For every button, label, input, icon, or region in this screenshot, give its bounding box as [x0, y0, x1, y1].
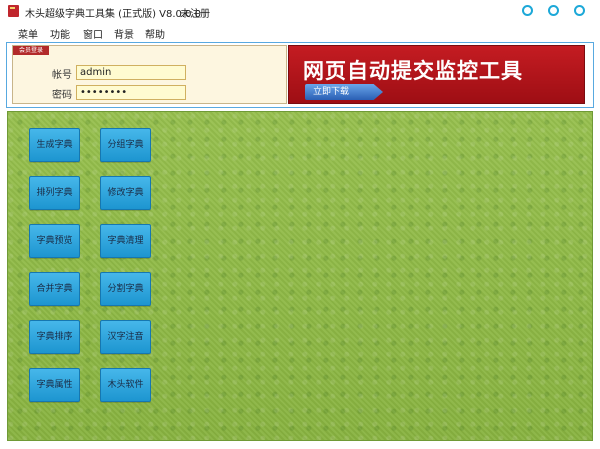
login-box: 会员登录 帐号 admin 密码 •••••••• — [12, 45, 287, 104]
menu-item-menu[interactable]: 菜单 — [18, 26, 38, 41]
pinyin-annotation-button[interactable]: 汉字注音 — [100, 320, 151, 354]
clean-dict-button[interactable]: 字典清理 — [100, 224, 151, 258]
password-label: 密码 — [52, 90, 72, 101]
menu-item-function[interactable]: 功能 — [50, 26, 70, 41]
app-window: 木头超级字典工具集 (正式版) V8.0.0.0 未注册 菜单 功能 窗口 背景… — [0, 0, 600, 449]
menu-item-background[interactable]: 背景 — [114, 26, 134, 41]
modify-dict-button[interactable]: 修改字典 — [100, 176, 151, 210]
tool-area: 生成字典 排列字典 字典预览 合并字典 字典排序 字典属性 分组字典 修改字典 … — [7, 111, 593, 441]
mutou-software-button[interactable]: 木头软件 — [100, 368, 151, 402]
split-dict-button[interactable]: 分割字典 — [100, 272, 151, 306]
account-label: 帐号 — [52, 70, 72, 81]
dict-properties-button[interactable]: 字典属性 — [29, 368, 80, 402]
arrange-dict-button[interactable]: 排列字典 — [29, 176, 80, 210]
ad-text: 网页自动提交监控工具 — [303, 59, 523, 83]
top-panel: 会员登录 帐号 admin 密码 •••••••• 网页自动提交监控工具 立即下… — [6, 42, 594, 108]
title-bar: 木头超级字典工具集 (正式版) V8.0.0.0 未注册 — [0, 0, 600, 22]
window-title: 木头超级字典工具集 (正式版) V8.0.0.0 — [25, 9, 201, 20]
registration-status: 未注册 — [180, 9, 210, 20]
account-input[interactable]: admin — [76, 65, 186, 80]
menu-bar: 菜单 功能 窗口 背景 帮助 — [0, 22, 600, 42]
ad-banner[interactable]: 网页自动提交监控工具 立即下载 — [288, 45, 585, 104]
menu-item-window[interactable]: 窗口 — [83, 26, 103, 41]
minimize-icon[interactable] — [522, 5, 533, 16]
password-input[interactable]: •••••••• — [76, 85, 186, 100]
preview-dict-button[interactable]: 字典预览 — [29, 224, 80, 258]
download-now-button[interactable]: 立即下载 — [305, 84, 383, 100]
menu-item-help[interactable]: 帮助 — [145, 26, 165, 41]
sort-dict-button[interactable]: 字典排序 — [29, 320, 80, 354]
app-icon — [8, 5, 19, 17]
login-tag: 会员登录 — [13, 46, 49, 55]
merge-dict-button[interactable]: 合并字典 — [29, 272, 80, 306]
close-icon[interactable] — [574, 5, 585, 16]
generate-dict-button[interactable]: 生成字典 — [29, 128, 80, 162]
maximize-icon[interactable] — [548, 5, 559, 16]
group-dict-button[interactable]: 分组字典 — [100, 128, 151, 162]
